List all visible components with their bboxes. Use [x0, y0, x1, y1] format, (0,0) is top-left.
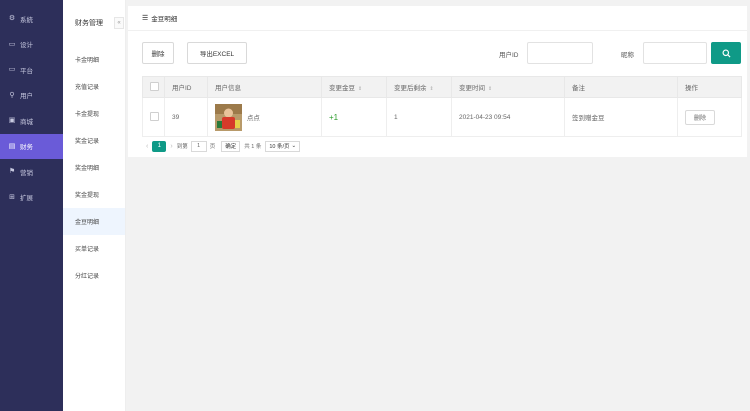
subnav-item-bonus-record[interactable]: 奖金记录: [63, 127, 125, 154]
sidebar-item-finance[interactable]: ▤ 财务: [0, 133, 63, 159]
current-page[interactable]: 1: [152, 140, 167, 152]
nickname-label: 昵称: [621, 52, 634, 59]
sidebar-item-system[interactable]: ⚙ 系統: [0, 6, 63, 32]
subnav-item-bean-detail[interactable]: 金豆明细: [63, 208, 125, 235]
chevron-down-icon: ⌄: [291, 143, 297, 149]
page-size-value: 10 条/页: [269, 144, 290, 150]
goto-label: 到第: [176, 144, 188, 150]
page-title-bar: ☰ 金豆明细: [128, 6, 747, 31]
avatar[interactable]: [215, 103, 242, 131]
cell-time: 2021-04-23 09:54: [451, 97, 565, 137]
pagination: ‹ 1 › 到第 1 页 确定 共 1 条 10 条/页 ⌄: [142, 139, 301, 153]
user-id-label: 用户ID: [499, 52, 519, 59]
col-header-change[interactable]: 变更金豆 ⇕: [321, 76, 387, 98]
page-unit-label: 页: [209, 144, 216, 150]
total-count: 共 1 条: [244, 144, 262, 150]
bean-detail-table: 用户ID 用户信息 变更金豆⇕ 变更后剩余⇕ 变更时间⇕ 备注 操作 39: [142, 76, 742, 137]
table-header-row: 用户ID 用户信息 变更金豆 ⇕ 变更后剩余 ⇕ 变更时间 ⇕ 备注 操作: [142, 76, 742, 98]
col-header-remaining[interactable]: 变更后剩余 ⇕: [386, 76, 452, 98]
search-icon: [721, 48, 731, 58]
sort-icon: ⇕: [488, 86, 493, 92]
gear-icon: ⚙: [8, 15, 16, 23]
primary-sidebar: ⚙ 系統 ▭ 设计 ▭ 平台 ⚲ 用户 ▣ 商城 ▤ 财务 ⚑ 营销 ⊞ 扩展: [0, 0, 63, 411]
sidebar-item-label: 系統: [20, 16, 33, 24]
sort-icon: ⇕: [429, 86, 434, 92]
sidebar-item-label: 扩展: [20, 195, 33, 203]
sidebar-item-label: 设计: [20, 42, 33, 50]
cell-remaining: 1: [386, 97, 452, 137]
shop-icon: ▣: [8, 117, 16, 125]
row-delete-button[interactable]: 删除: [685, 109, 715, 125]
col-header-time-label: 变更时间: [459, 85, 485, 92]
col-header-user-id: 用户ID: [164, 76, 208, 98]
col-header-remark: 备注: [564, 76, 678, 98]
cell-change: +1: [321, 97, 387, 137]
table-row: 39 点点 +1 1 2021-04-23 09:54 签到赠金豆 删除: [142, 97, 742, 137]
user-id-input[interactable]: [527, 42, 593, 64]
goto-confirm-button[interactable]: 确定: [221, 140, 241, 152]
marketing-icon: ⚑: [8, 168, 16, 176]
subnav-item-recharge[interactable]: 充值记录: [63, 73, 125, 100]
sidebar-item-shop[interactable]: ▣ 商城: [0, 108, 63, 134]
col-header-user-info: 用户信息: [207, 76, 322, 98]
search-button[interactable]: [711, 42, 741, 64]
subnav-item-bonus-detail[interactable]: 奖金明细: [63, 154, 125, 181]
sidebar-item-marketing[interactable]: ⚑ 营销: [0, 159, 63, 185]
sidebar-item-extension[interactable]: ⊞ 扩展: [0, 185, 63, 211]
sidebar-item-user[interactable]: ⚲ 用户: [0, 83, 63, 109]
subnav-item-card-detail[interactable]: 卡金明细: [63, 46, 125, 73]
goto-page-input[interactable]: 1: [190, 140, 207, 152]
subnav-item-order-record[interactable]: 买单记录: [63, 235, 125, 262]
sort-icon: ⇕: [358, 86, 363, 92]
sidebar-item-platform[interactable]: ▭ 平台: [0, 57, 63, 83]
select-all-cell: [142, 76, 165, 98]
col-header-remaining-label: 变更后剩余: [394, 85, 427, 92]
cell-action: 删除: [677, 97, 742, 137]
sidebar-item-label: 平台: [20, 67, 33, 75]
col-header-change-label: 变更金豆: [329, 85, 355, 92]
row-checkbox[interactable]: [150, 111, 159, 121]
col-header-action: 操作: [677, 76, 742, 98]
list-icon: ☰: [142, 15, 149, 22]
cell-user-info: 点点: [207, 97, 322, 137]
finance-icon: ▤: [8, 142, 16, 150]
sidebar-item-label: 用户: [20, 93, 33, 101]
cell-user-id: 39: [164, 97, 208, 137]
app-root: ⚙ 系統 ▭ 设计 ▭ 平台 ⚲ 用户 ▣ 商城 ▤ 财务 ⚑ 营销 ⊞ 扩展: [0, 0, 750, 411]
page-title: 金豆明细: [151, 16, 178, 23]
delete-button[interactable]: 删除: [142, 42, 174, 64]
export-excel-button[interactable]: 导出EXCEL: [187, 42, 247, 64]
nickname-input[interactable]: [643, 42, 707, 64]
sub-navigation: 财务管理 « 卡金明细 充值记录 卡金提现 奖金记录 奖金明细 奖金提现 金豆明…: [63, 0, 126, 411]
main-content: ☰ 金豆明细 删除 导出EXCEL 用户ID 昵称 用户ID 用户信息 变更金豆…: [126, 0, 750, 411]
collapse-chevron-icon[interactable]: «: [114, 17, 124, 29]
col-header-time[interactable]: 变更时间 ⇕: [451, 76, 565, 98]
page-size-select[interactable]: 10 条/页 ⌄: [265, 140, 301, 152]
row-select-cell: [142, 97, 165, 137]
subnav-item-bonus-withdraw[interactable]: 奖金提现: [63, 181, 125, 208]
grid-icon: ⊞: [9, 193, 15, 201]
next-page-icon[interactable]: ›: [170, 143, 172, 150]
monitor-icon: ▭: [8, 66, 16, 74]
content-card: ☰ 金豆明细 删除 导出EXCEL 用户ID 昵称 用户ID 用户信息 变更金豆…: [128, 6, 747, 157]
toolbar: 删除 导出EXCEL 用户ID 昵称: [142, 42, 741, 64]
user-nickname: 点点: [246, 115, 260, 122]
subnav-item-card-withdraw[interactable]: 卡金提现: [63, 100, 125, 127]
monitor-icon: ▭: [8, 40, 16, 48]
sidebar-item-label: 营销: [20, 169, 33, 177]
sidebar-item-design[interactable]: ▭ 设计: [0, 32, 63, 58]
sidebar-item-label: 商城: [20, 118, 33, 126]
subnav-item-dividend-record[interactable]: 分红记录: [63, 262, 125, 289]
sidebar-item-label: 财务: [20, 144, 33, 152]
user-icon: ⚲: [9, 91, 15, 99]
prev-page-icon[interactable]: ‹: [146, 143, 148, 150]
cell-remark: 签到赠金豆: [564, 97, 678, 137]
select-all-checkbox[interactable]: [150, 81, 159, 91]
